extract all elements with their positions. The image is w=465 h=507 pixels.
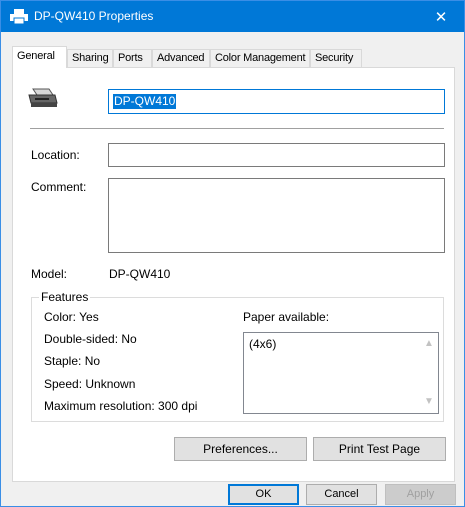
printer-icon — [10, 9, 28, 24]
feature-color: Color: Yes — [44, 310, 99, 324]
location-field[interactable] — [108, 143, 445, 167]
print-test-page-button[interactable]: Print Test Page — [313, 437, 446, 461]
location-label: Location: — [31, 148, 80, 162]
apply-button[interactable]: Apply — [385, 484, 456, 505]
close-icon: ✕ — [434, 8, 448, 26]
separator — [30, 128, 444, 129]
paper-available-list[interactable]: (4x6) ▲ ▼ — [243, 332, 439, 414]
tab-ports[interactable]: Ports — [113, 49, 152, 67]
close-button[interactable]: ✕ — [418, 1, 464, 32]
feature-speed: Speed: Unknown — [44, 377, 136, 391]
cancel-button[interactable]: Cancel — [306, 484, 377, 505]
features-title: Features — [39, 290, 91, 305]
scroll-down-icon[interactable]: ▼ — [423, 396, 435, 408]
model-label: Model: — [31, 267, 68, 281]
tab-color-management[interactable]: Color Management — [210, 49, 310, 67]
printer-device-icon — [28, 88, 58, 107]
comment-label: Comment: — [31, 180, 87, 194]
tab-advanced[interactable]: Advanced — [152, 49, 210, 67]
printer-name-field[interactable]: DP-QW410 — [108, 89, 445, 114]
paper-available-label: Paper available: — [243, 310, 330, 324]
feature-double-sided: Double-sided: No — [44, 332, 137, 346]
model-value: DP-QW410 — [109, 267, 171, 281]
window-title: DP-QW410 Properties — [34, 9, 154, 23]
tab-sharing[interactable]: Sharing — [67, 49, 113, 67]
tab-security[interactable]: Security — [310, 49, 362, 67]
title-bar[interactable]: DP-QW410 Properties ✕ — [1, 1, 464, 32]
ok-button[interactable]: OK — [228, 484, 299, 505]
comment-field[interactable] — [108, 178, 445, 253]
preferences-button[interactable]: Preferences... — [174, 437, 307, 461]
printer-properties-dialog: DP-QW410 Properties ✕ General Sharing Po… — [0, 0, 465, 507]
tab-general[interactable]: General — [12, 46, 67, 68]
feature-staple: Staple: No — [44, 354, 101, 368]
printer-name-value: DP-QW410 — [113, 94, 177, 109]
paper-item[interactable]: (4x6) — [249, 337, 276, 352]
feature-max-resolution: Maximum resolution: 300 dpi — [44, 399, 198, 413]
scroll-up-icon[interactable]: ▲ — [423, 338, 435, 350]
